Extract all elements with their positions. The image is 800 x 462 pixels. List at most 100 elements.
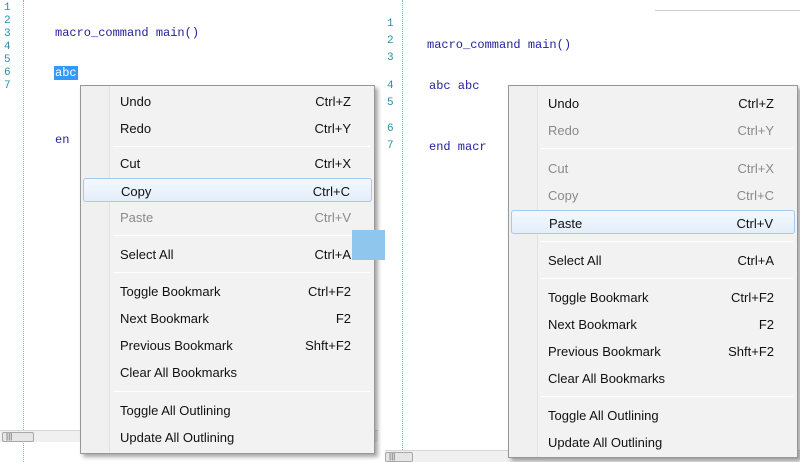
menu-item-previous-bookmark[interactable]: Previous Bookmark Shft+F2 — [511, 339, 795, 363]
code-line[interactable]: abc abc — [429, 79, 479, 93]
menu-item-label: Update All Outlining — [548, 435, 663, 450]
menu-item-select-all[interactable]: Select All Ctrl+A — [83, 242, 372, 266]
menu-item-label: Toggle Bookmark — [548, 290, 649, 305]
line-number: 1 — [387, 18, 394, 30]
menu-item-shortcut: Ctrl+X — [737, 161, 774, 176]
line-number: 7 — [4, 80, 11, 92]
menu-item-shortcut: Ctrl+F2 — [731, 290, 774, 305]
context-menu-before[interactable]: Undo Ctrl+Z Redo Ctrl+Y Cut Ctrl+X Copy … — [80, 85, 375, 454]
pane-top-border — [655, 10, 800, 11]
selected-text[interactable]: abc — [54, 66, 78, 80]
context-menu-after[interactable]: Undo Ctrl+Z Redo Ctrl+Y Cut Ctrl+X Copy … — [508, 85, 798, 458]
menu-item-label: Toggle All Outlining — [548, 408, 659, 423]
menu-separator — [541, 278, 793, 279]
menu-item-label: Toggle All Outlining — [120, 403, 231, 418]
menu-item-shortcut: F2 — [335, 311, 351, 326]
menu-item-update-all-outlining[interactable]: Update All Outlining — [83, 425, 372, 449]
menu-item-label: Redo — [120, 121, 152, 136]
line-number: 4 — [387, 80, 394, 92]
menu-separator — [541, 241, 793, 242]
menu-item-label: Toggle Bookmark — [120, 284, 221, 299]
menu-item-toggle-all-outlining[interactable]: Toggle All Outlining — [83, 398, 372, 422]
scrollbar-thumb[interactable]: ||| — [2, 432, 34, 442]
code-line[interactable]: macro_command main() — [427, 38, 571, 52]
menu-item-shortcut: Ctrl+V — [314, 210, 351, 225]
menu-item-clear-all-bookmarks[interactable]: Clear All Bookmarks — [511, 366, 795, 390]
menu-item-label: Cut — [120, 156, 141, 171]
menu-item-label: Clear All Bookmarks — [548, 371, 666, 386]
line-number: 4 — [4, 41, 11, 53]
scrollbar-thumb[interactable]: ||| — [385, 452, 413, 462]
menu-item-copy[interactable]: Copy Ctrl+C — [511, 183, 795, 207]
line-number: 2 — [387, 35, 394, 47]
line-number: 3 — [4, 28, 11, 40]
menu-item-shortcut: Ctrl+Z — [315, 94, 351, 109]
menu-item-shortcut: Ctrl+C — [312, 184, 350, 199]
menu-item-shortcut: Ctrl+A — [737, 253, 774, 268]
menu-item-cut[interactable]: Cut Ctrl+X — [83, 151, 372, 175]
gutter-divider — [402, 0, 403, 462]
line-number-gutter: 1 2 3 4 5 6 7 — [385, 0, 415, 462]
line-number: 6 — [4, 67, 11, 79]
menu-item-shortcut: Ctrl+Y — [737, 123, 774, 138]
menu-item-shortcut: F2 — [758, 317, 774, 332]
menu-item-label: Cut — [548, 161, 569, 176]
menu-item-shortcut: Shft+F2 — [728, 344, 774, 359]
menu-item-undo[interactable]: Undo Ctrl+Z — [511, 91, 795, 115]
menu-item-label: Clear All Bookmarks — [120, 365, 238, 380]
menu-item-label: Previous Bookmark — [548, 344, 661, 359]
line-number: 2 — [4, 15, 11, 27]
menu-item-label: Update All Outlining — [120, 430, 235, 445]
menu-item-shortcut: Ctrl+F2 — [308, 284, 351, 299]
menu-item-clear-all-bookmarks[interactable]: Clear All Bookmarks — [83, 360, 372, 384]
menu-item-next-bookmark[interactable]: Next Bookmark F2 — [83, 306, 372, 330]
menu-item-toggle-bookmark[interactable]: Toggle Bookmark Ctrl+F2 — [83, 279, 372, 303]
menu-item-label: Undo — [548, 96, 580, 111]
menu-item-label: Paste — [120, 210, 154, 225]
menu-separator — [113, 391, 370, 392]
menu-item-toggle-bookmark[interactable]: Toggle Bookmark Ctrl+F2 — [511, 285, 795, 309]
menu-separator — [113, 146, 370, 147]
menu-separator — [541, 396, 793, 397]
menu-item-label: Undo — [120, 94, 152, 109]
gutter-divider — [23, 0, 24, 462]
menu-item-shortcut: Ctrl+V — [736, 216, 773, 231]
line-number: 3 — [387, 52, 394, 64]
menu-item-update-all-outlining[interactable]: Update All Outlining — [511, 430, 795, 454]
menu-item-label: Next Bookmark — [548, 317, 637, 332]
menu-item-label: Select All — [548, 253, 602, 268]
menu-item-copy[interactable]: Copy Ctrl+C — [83, 178, 372, 202]
menu-item-label: Paste — [549, 216, 583, 231]
menu-item-paste[interactable]: Paste Ctrl+V — [511, 210, 795, 234]
menu-item-shortcut: Ctrl+Z — [738, 96, 774, 111]
menu-item-shortcut: Ctrl+A — [314, 247, 351, 262]
menu-item-next-bookmark[interactable]: Next Bookmark F2 — [511, 312, 795, 336]
line-number: 6 — [387, 123, 394, 135]
line-number-gutter: 1 2 3 4 5 6 7 — [0, 0, 30, 462]
menu-item-undo[interactable]: Undo Ctrl+Z — [83, 89, 372, 113]
menu-item-label: Copy — [121, 184, 152, 199]
menu-item-shortcut: Ctrl+Y — [314, 121, 351, 136]
line-number: 5 — [4, 54, 11, 66]
menu-separator — [113, 235, 370, 236]
menu-item-label: Copy — [548, 188, 579, 203]
code-line[interactable]: macro_command main() — [55, 26, 199, 40]
menu-item-shortcut: Ctrl+C — [736, 188, 774, 203]
menu-item-cut[interactable]: Cut Ctrl+X — [511, 156, 795, 180]
menu-item-select-all[interactable]: Select All Ctrl+A — [511, 248, 795, 272]
menu-item-shortcut: Shft+F2 — [305, 338, 351, 353]
menu-item-previous-bookmark[interactable]: Previous Bookmark Shft+F2 — [83, 333, 372, 357]
menu-item-label: Previous Bookmark — [120, 338, 233, 353]
menu-item-toggle-all-outlining[interactable]: Toggle All Outlining — [511, 403, 795, 427]
menu-item-shortcut: Ctrl+X — [314, 156, 351, 171]
menu-item-redo[interactable]: Redo Ctrl+Y — [83, 116, 372, 140]
code-line[interactable]: end macr — [429, 140, 487, 154]
line-number: 5 — [387, 97, 394, 109]
menu-item-label: Redo — [548, 123, 580, 138]
line-number: 7 — [387, 140, 394, 152]
line-number: 1 — [4, 2, 11, 14]
menu-item-redo[interactable]: Redo Ctrl+Y — [511, 118, 795, 142]
menu-item-paste[interactable]: Paste Ctrl+V — [83, 205, 372, 229]
menu-item-label: Select All — [120, 247, 174, 262]
code-line[interactable]: en — [55, 133, 69, 147]
